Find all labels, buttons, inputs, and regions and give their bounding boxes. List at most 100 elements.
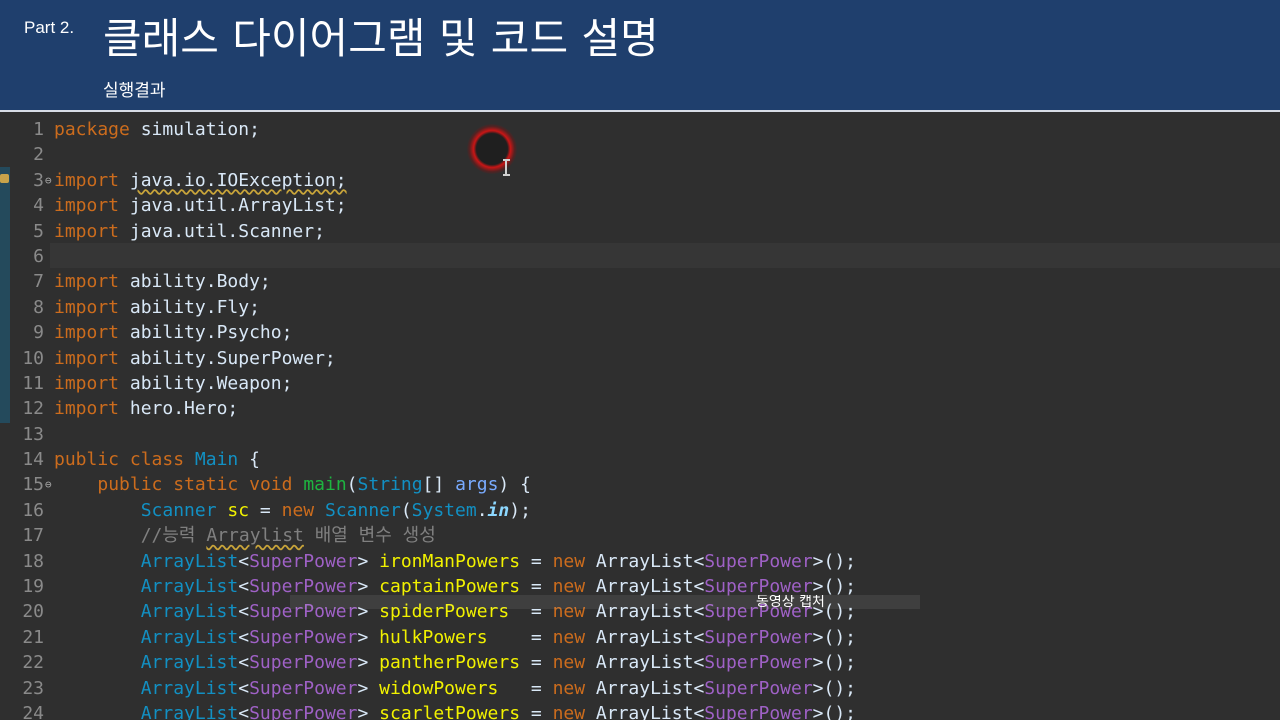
code-token: scarletPowers (379, 702, 521, 720)
code-token: new (552, 550, 586, 572)
code-token: < (238, 677, 250, 699)
code-token: ironManPowers (379, 550, 521, 572)
code-token: >(); (812, 677, 857, 699)
code-token: > (357, 576, 380, 598)
code-token: ArrayList< (585, 677, 705, 699)
code-text: public class Main { (54, 447, 260, 472)
code-token: { (238, 449, 260, 471)
code-token: SuperPower (704, 626, 813, 648)
code-line[interactable]: 17 //능력 Arraylist 배열 변수 생성 (0, 523, 1280, 548)
code-token: new (552, 652, 586, 674)
code-line[interactable]: 16 Scanner sc = new Scanner(System.in); (0, 498, 1280, 523)
code-line[interactable]: 21 ArrayList<SuperPower> hulkPowers = ne… (0, 625, 1280, 650)
code-token: in (487, 499, 510, 521)
code-text: import java.util.Scanner; (54, 219, 325, 244)
code-line[interactable]: 18 ArrayList<SuperPower> ironManPowers =… (0, 549, 1280, 574)
fold-toggle-icon[interactable]: ⊖ (45, 168, 52, 193)
code-token: new (552, 702, 586, 720)
code-line[interactable]: 8 import ability.Fly; (0, 295, 1280, 320)
line-number: 5 (33, 220, 44, 242)
code-token: ability.Weapon; (119, 372, 293, 394)
code-token: new (552, 576, 586, 598)
line-number: 23 (22, 677, 44, 699)
code-token: Arraylist (206, 525, 304, 547)
code-text: ArrayList<SuperPower> scarletPowers = ne… (54, 701, 856, 720)
code-token: ArrayList< (585, 702, 705, 720)
code-token: ability.Psycho; (119, 322, 293, 344)
code-token: ); (509, 499, 531, 521)
code-token: main (303, 474, 347, 496)
line-number: 15 (22, 474, 44, 496)
code-line[interactable]: 1 package simulation; (0, 117, 1280, 142)
code-token: [] (422, 474, 456, 496)
code-token: ArrayList< (585, 626, 705, 648)
code-token: ArrayList< (585, 550, 705, 572)
code-token: import (54, 220, 120, 242)
fold-toggle-icon[interactable]: ⊖ (45, 472, 52, 497)
code-token: ArrayList (140, 677, 239, 699)
code-line[interactable]: 13 (0, 422, 1280, 447)
code-token: < (238, 576, 250, 598)
code-text: ArrayList<SuperPower> pantherPowers = ne… (54, 650, 856, 675)
code-text: import java.io.IOException; (54, 168, 347, 193)
code-line[interactable]: 5 import java.util.Scanner; (0, 219, 1280, 244)
code-token: = (487, 626, 553, 648)
code-line[interactable]: 2 (0, 142, 1280, 167)
code-token: new (552, 626, 586, 648)
line-number: 7 (33, 271, 44, 293)
code-line[interactable]: 22 ArrayList<SuperPower> pantherPowers =… (0, 650, 1280, 675)
code-token: SuperPower (704, 677, 813, 699)
code-line[interactable]: 4 import java.util.ArrayList; (0, 193, 1280, 218)
code-line[interactable]: 14 public class Main { (0, 447, 1280, 472)
part-label: Part 2. (24, 18, 75, 37)
code-text: //능력 Arraylist 배열 변수 생성 (54, 523, 436, 548)
code-line[interactable]: 11 import ability.Weapon; (0, 371, 1280, 396)
code-line[interactable]: 6 (0, 244, 1280, 269)
code-line[interactable]: 7 import ability.Body; (0, 269, 1280, 294)
code-token: Main (194, 449, 239, 471)
code-line[interactable]: 15 ⊖ public static void main(String[] arg… (0, 472, 1280, 497)
code-token: SuperPower (249, 550, 358, 572)
code-token: ability.SuperPower; (119, 347, 336, 369)
code-text: public static void main(String[] args) { (54, 472, 531, 497)
code-token: sc (227, 499, 250, 521)
line-number: 19 (22, 576, 44, 598)
code-token: > (357, 702, 380, 720)
slide-subtitle: 실행결과 (103, 81, 166, 101)
code-token: hero.Hero; (119, 398, 239, 420)
code-token: > (357, 652, 380, 674)
code-line[interactable]: 10 import ability.SuperPower; (0, 346, 1280, 371)
code-token: import (54, 372, 120, 394)
code-token: import (54, 169, 120, 191)
code-token: ArrayList (140, 601, 239, 623)
code-token: < (238, 550, 250, 572)
code-text: import ability.Weapon; (54, 371, 292, 396)
code-text: import java.util.ArrayList; (54, 193, 347, 218)
code-line[interactable]: 3 ⊖ import java.io.IOException; (0, 168, 1280, 193)
code-editor[interactable]: 1 package simulation; 2 3 ⊖ import java.io.IO… (0, 112, 1280, 720)
code-token: >(); (812, 576, 857, 598)
code-lines: 1 package simulation; 2 3 ⊖ import java.io.IO… (0, 117, 1280, 720)
line-number: 2 (33, 144, 44, 166)
code-text: package simulation; (54, 117, 260, 142)
code-token: ArrayList< (585, 576, 705, 598)
text-cursor-icon (503, 159, 510, 176)
code-token: > (357, 550, 380, 572)
code-token: java.util.ArrayList; (119, 195, 347, 217)
code-line[interactable]: 24 ArrayList<SuperPower> scarletPowers =… (0, 701, 1280, 720)
line-number: 6 (33, 245, 44, 267)
code-text: import ability.Psycho; (54, 320, 292, 345)
code-token: ( (400, 499, 412, 521)
line-number: 10 (22, 347, 44, 369)
code-token: ability.Fly; (119, 296, 260, 318)
code-line[interactable]: 9 import ability.Psycho; (0, 320, 1280, 345)
code-line[interactable]: 23 ArrayList<SuperPower> widowPowers = n… (0, 676, 1280, 701)
code-line[interactable]: 12 import hero.Hero; (0, 396, 1280, 421)
code-token: java.io.IOException; (129, 169, 347, 191)
code-token: Scanner (140, 499, 217, 521)
